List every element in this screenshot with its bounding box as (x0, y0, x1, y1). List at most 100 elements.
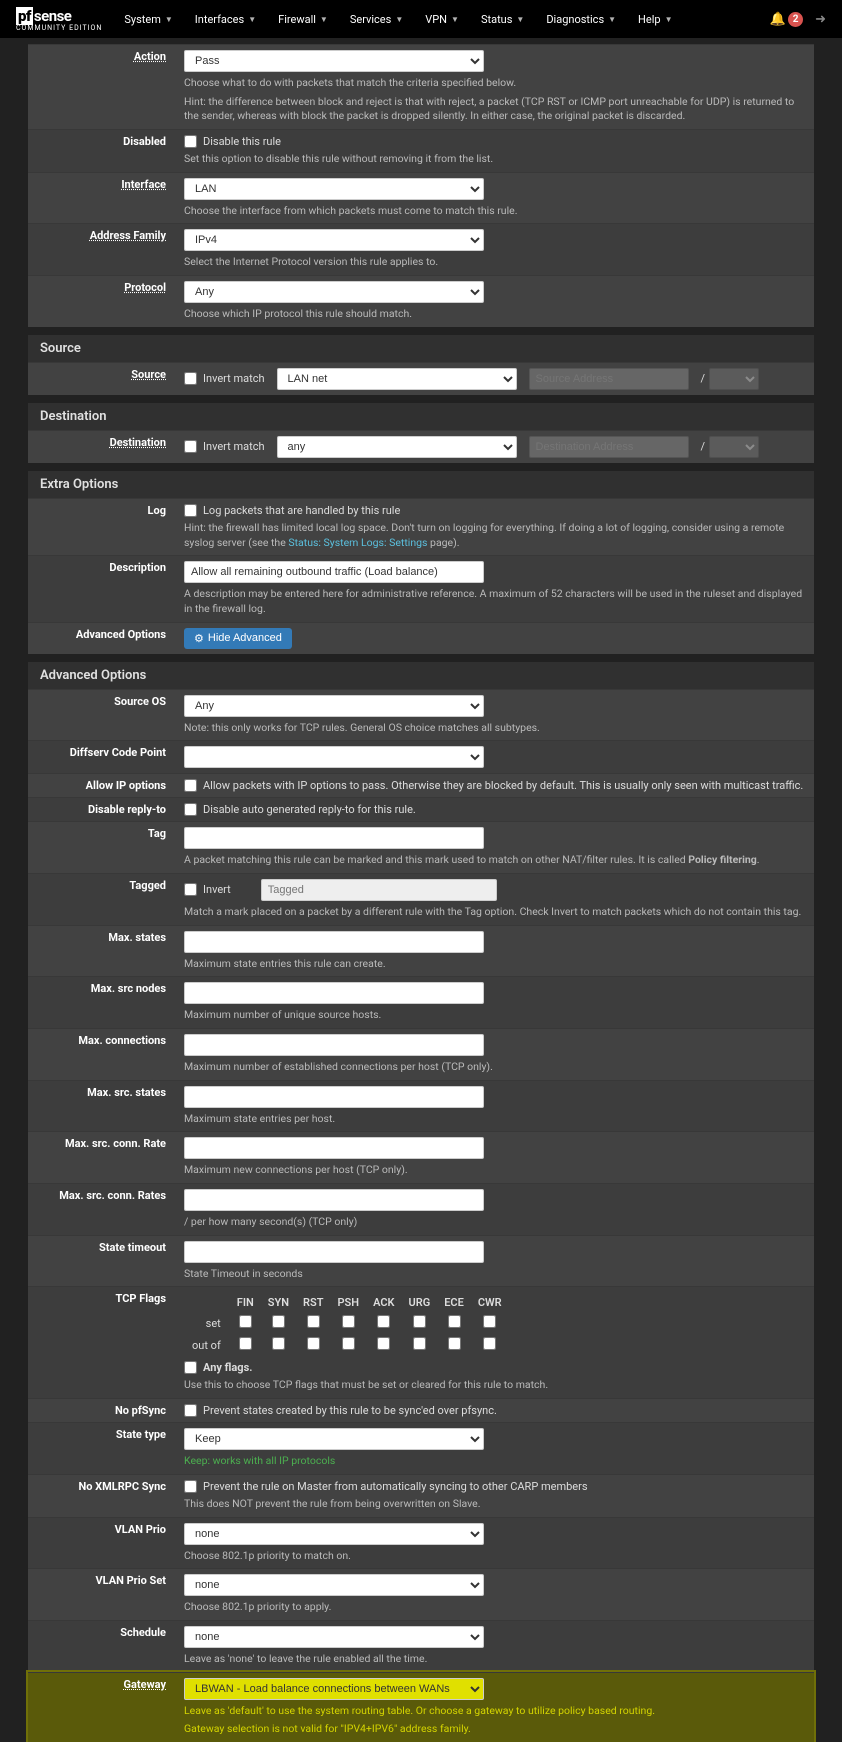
state-type-label: State type (28, 1423, 176, 1474)
notifications-button[interactable]: 🔔 2 (770, 12, 803, 27)
max-states-input[interactable] (184, 931, 484, 953)
tagged-label: Tagged (28, 874, 176, 925)
nav-help[interactable]: Help▼ (628, 5, 682, 34)
interface-label: Interface (28, 173, 176, 224)
max-src-states-input[interactable] (184, 1086, 484, 1108)
address-family-select[interactable]: IPv4 (184, 229, 484, 251)
vlan-prio-label: VLAN Prio (28, 1518, 176, 1569)
schedule-label: Schedule (28, 1621, 176, 1672)
hide-advanced-button[interactable]: ⚙Hide Advanced (184, 628, 292, 649)
diffserv-select[interactable] (184, 746, 484, 768)
tagged-invert-label: Invert (203, 883, 231, 896)
interface-help: Choose the interface from which packets … (184, 204, 804, 219)
nav-diagnostics[interactable]: Diagnostics▼ (536, 5, 626, 34)
source-net-select[interactable]: LAN net (277, 368, 517, 390)
state-type-select[interactable]: Keep (184, 1428, 484, 1450)
tcp-any-checkbox[interactable] (184, 1361, 197, 1374)
tcp-set-fin[interactable] (239, 1315, 252, 1328)
source-os-select[interactable]: Any (184, 695, 484, 717)
disabled-checkbox[interactable] (184, 135, 197, 148)
reply-to-chk-label: Disable auto generated reply-to for this… (203, 803, 416, 816)
dest-invert-checkbox[interactable] (184, 440, 197, 453)
vlan-prio-set-select[interactable]: none (184, 1574, 484, 1596)
syslog-link[interactable]: Status: System Logs: Settings (288, 536, 427, 549)
state-type-help: Keep: works with all IP protocols (184, 1454, 804, 1469)
tcp-set-syn[interactable] (272, 1315, 285, 1328)
reply-to-label: Disable reply-to (28, 798, 176, 821)
source-address-input (529, 368, 689, 390)
max-connections-input[interactable] (184, 1034, 484, 1056)
source-slash: / (701, 372, 706, 385)
tcp-set-cwr[interactable] (483, 1315, 496, 1328)
dest-slash: / (701, 440, 706, 453)
log-chk-label: Log packets that are handled by this rul… (203, 504, 400, 517)
source-invert-checkbox[interactable] (184, 372, 197, 385)
gateway-select[interactable]: LBWAN - Load balance connections between… (184, 1678, 484, 1700)
tcp-outof-rst[interactable] (307, 1337, 320, 1350)
nav-services[interactable]: Services▼ (340, 5, 413, 34)
logo: pfsense COMMUNITY EDITION (16, 7, 102, 32)
source-invert-label: Invert match (203, 372, 265, 385)
max-src-rate-input[interactable] (184, 1137, 484, 1159)
no-xmlrpc-checkbox[interactable] (184, 1480, 197, 1493)
action-help2: Hint: the difference between block and r… (184, 95, 804, 124)
nav-firewall[interactable]: Firewall▼ (268, 5, 338, 34)
disabled-help: Set this option to disable this rule wit… (184, 152, 804, 167)
tcp-set-urg[interactable] (413, 1315, 426, 1328)
gateway-help2: Gateway selection is not valid for "IPV4… (184, 1722, 804, 1737)
tcp-set-psh[interactable] (342, 1315, 355, 1328)
nav-status[interactable]: Status▼ (471, 5, 534, 34)
no-pfsync-label: No pfSync (28, 1399, 176, 1422)
no-pfsync-chk-label: Prevent states created by this rule to b… (203, 1404, 497, 1417)
tcp-outof-ack[interactable] (377, 1337, 390, 1350)
log-checkbox[interactable] (184, 504, 197, 517)
tcp-outof-ece[interactable] (448, 1337, 461, 1350)
action-label: Action (28, 45, 176, 129)
logo-subtitle: COMMUNITY EDITION (16, 24, 102, 32)
state-timeout-input[interactable] (184, 1241, 484, 1263)
tcp-set-ack[interactable] (377, 1315, 390, 1328)
state-timeout-help: State Timeout in seconds (184, 1267, 804, 1282)
tcp-set-rst[interactable] (307, 1315, 320, 1328)
tagged-invert-checkbox[interactable] (184, 883, 197, 896)
protocol-select[interactable]: Any (184, 281, 484, 303)
source-os-label: Source OS (28, 690, 176, 741)
allow-ip-checkbox[interactable] (184, 779, 197, 792)
tcp-outof-psh[interactable] (342, 1337, 355, 1350)
dest-address-input (529, 436, 689, 458)
tcp-set-ece[interactable] (448, 1315, 461, 1328)
tag-input[interactable] (184, 827, 484, 849)
max-src-nodes-input[interactable] (184, 982, 484, 1004)
description-input[interactable] (184, 561, 484, 583)
max-src-rates-input[interactable] (184, 1189, 484, 1211)
tcp-flags-help: Use this to choose TCP flags that must b… (184, 1378, 804, 1393)
adv-options-label: Advanced Options (28, 623, 176, 654)
tcp-row-outof: out of (186, 1335, 229, 1355)
allow-ip-label: Allow IP options (28, 774, 176, 797)
logout-icon[interactable]: ➜ (815, 12, 826, 27)
tcp-col-ece: ECE (438, 1294, 470, 1311)
dest-net-select[interactable]: any (277, 436, 517, 458)
nav-system[interactable]: System▼ (114, 5, 182, 34)
action-select[interactable]: Pass (184, 50, 484, 72)
tcp-outof-cwr[interactable] (483, 1337, 496, 1350)
tcp-outof-fin[interactable] (239, 1337, 252, 1350)
max-states-help: Maximum state entries this rule can crea… (184, 957, 804, 972)
max-states-label: Max. states (28, 926, 176, 977)
tagged-input[interactable] (261, 879, 497, 901)
interface-select[interactable]: LAN (184, 178, 484, 200)
description-help: A description may be entered here for ad… (184, 587, 804, 616)
max-src-nodes-help: Maximum number of unique source hosts. (184, 1008, 804, 1023)
destination-heading: Destination (28, 403, 814, 430)
schedule-select[interactable]: none (184, 1626, 484, 1648)
reply-to-checkbox[interactable] (184, 803, 197, 816)
nav-interfaces[interactable]: Interfaces▼ (185, 5, 266, 34)
extra-heading: Extra Options (28, 471, 814, 498)
nav-vpn[interactable]: VPN▼ (415, 5, 469, 34)
gateway-help1: Leave as 'default' to use the system rou… (184, 1704, 804, 1719)
tcp-outof-urg[interactable] (413, 1337, 426, 1350)
vlan-prio-select[interactable]: none (184, 1523, 484, 1545)
protocol-help: Choose which IP protocol this rule shoul… (184, 307, 804, 322)
no-pfsync-checkbox[interactable] (184, 1404, 197, 1417)
tcp-outof-syn[interactable] (272, 1337, 285, 1350)
